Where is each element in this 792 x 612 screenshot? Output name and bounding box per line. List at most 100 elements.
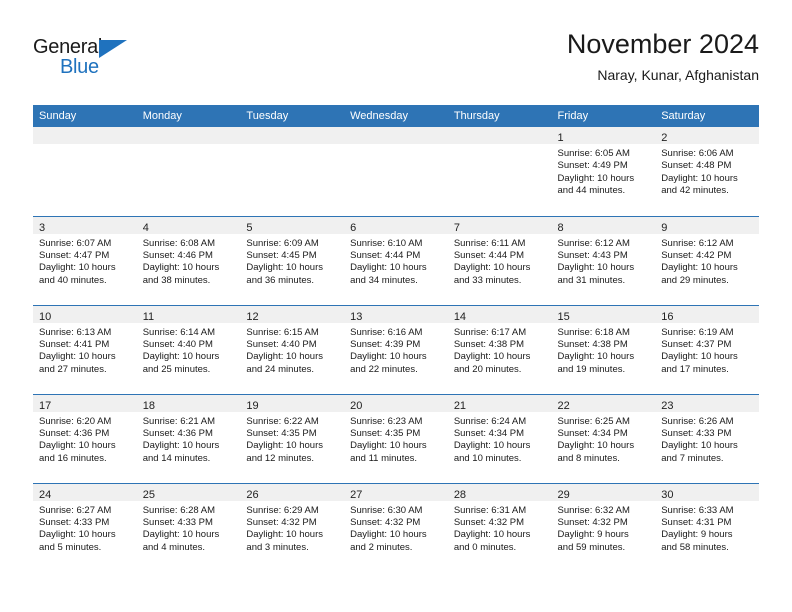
weekday-header-saturday: Saturday	[655, 105, 759, 127]
calendar-day-cell[interactable]: 11 Sunrise: 6:14 AM Sunset: 4:40 PM Dayligh…	[136, 304, 241, 394]
calendar-day-cell[interactable]: 9 Sunrise: 6:12 AM Sunset: 4:42 PM Daylight…	[655, 215, 759, 305]
day-number-strip: 20	[344, 394, 448, 412]
day-number-strip: 11	[136, 305, 241, 323]
day-number: 10	[39, 310, 52, 323]
sunrise-text: Sunrise: 6:24 AM	[453, 415, 527, 427]
sunset-text: Sunset: 4:35 PM	[350, 427, 421, 439]
sunset-text: Sunset: 4:32 PM	[350, 516, 421, 528]
day-number-strip	[136, 127, 241, 144]
calendar-day-cell[interactable]: 21 Sunrise: 6:24 AM Sunset: 4:34 PM Dayligh…	[447, 393, 552, 483]
sunset-text: Sunset: 4:32 PM	[453, 516, 525, 528]
day-detail-block: Sunrise: 6:28 AM Sunset: 4:33 PM Daylight:…	[137, 501, 241, 555]
sunset-text: Sunset: 4:44 PM	[453, 249, 525, 261]
sunrise-text: Sunrise: 6:20 AM	[39, 415, 112, 427]
day-number-strip: 10	[33, 305, 137, 323]
daylight-text-line2: and 27 minutes.	[39, 363, 107, 375]
daylight-text-line2: and 10 minutes.	[453, 452, 522, 464]
day-number-strip: 26	[240, 483, 345, 501]
daylight-text-line2: and 38 minutes.	[142, 274, 211, 286]
calendar-day-cell[interactable]: 27 Sunrise: 6:30 AM Sunset: 4:32 PM Dayligh…	[344, 482, 448, 572]
calendar-day-cell[interactable]: 6 Sunrise: 6:10 AM Sunset: 4:44 PM Daylight…	[344, 215, 448, 305]
calendar-day-cell[interactable]: 12 Sunrise: 6:15 AM Sunset: 4:40 PM Dayligh…	[240, 304, 345, 394]
sunset-text: Sunset: 4:49 PM	[557, 160, 628, 172]
calendar-day-cell[interactable]: 8 Sunrise: 6:12 AM Sunset: 4:43 PM Daylight…	[551, 215, 656, 305]
day-detail-block: Sunrise: 6:22 AM Sunset: 4:35 PM Daylight:…	[240, 412, 344, 466]
calendar-day-cell[interactable]: 16 Sunrise: 6:19 AM Sunset: 4:37 PM Dayligh…	[655, 304, 759, 394]
day-number: 15	[557, 310, 570, 323]
day-number-strip: 30	[655, 483, 759, 501]
calendar-day-cell[interactable]: 1 Sunrise: 6:05 AM Sunset: 4:49 PM Daylight…	[551, 127, 656, 216]
day-number-strip: 13	[344, 305, 448, 323]
daylight-text-line2: and 4 minutes.	[142, 541, 206, 553]
calendar-day-cell[interactable]: 30 Sunrise: 6:33 AM Sunset: 4:31 PM Dayligh…	[655, 482, 759, 572]
sunset-text: Sunset: 4:33 PM	[661, 427, 732, 439]
day-detail-block	[240, 144, 344, 148]
day-detail-block: Sunrise: 6:20 AM Sunset: 4:36 PM Daylight:…	[33, 412, 137, 466]
logo-text-blue: Blue	[60, 56, 99, 78]
sunrise-text: Sunrise: 6:32 AM	[557, 504, 630, 516]
daylight-text-line1: Daylight: 10 hours	[453, 529, 531, 541]
daylight-text-line2: and 22 minutes.	[350, 363, 418, 375]
sunset-text: Sunset: 4:40 PM	[142, 338, 213, 350]
calendar-day-cell[interactable]: 24 Sunrise: 6:27 AM Sunset: 4:33 PM Dayligh…	[33, 482, 137, 572]
day-number-strip: 5	[240, 216, 345, 234]
day-number: 19	[246, 399, 259, 412]
day-detail-block: Sunrise: 6:17 AM Sunset: 4:38 PM Daylight:…	[448, 323, 552, 377]
day-number-strip	[344, 127, 448, 144]
calendar-header-row: Sunday Monday Tuesday Wednesday Thursday Frid…	[33, 105, 759, 127]
calendar-day-cell[interactable]: 18 Sunrise: 6:21 AM Sunset: 4:36 PM Dayligh…	[136, 393, 241, 483]
sunset-text: Sunset: 4:34 PM	[453, 427, 525, 439]
calendar-day-cell[interactable]: 13 Sunrise: 6:16 AM Sunset: 4:39 PM Dayligh…	[344, 304, 448, 394]
daylight-text-line1: Daylight: 10 hours	[557, 351, 635, 363]
daylight-text-line1: Daylight: 10 hours	[350, 262, 427, 274]
day-number: 29	[557, 488, 570, 501]
day-number-strip: 24	[33, 483, 137, 501]
calendar-day-cell[interactable]: 14 Sunrise: 6:17 AM Sunset: 4:38 PM Dayligh…	[447, 304, 552, 394]
calendar-day-cell[interactable]: 23 Sunrise: 6:26 AM Sunset: 4:33 PM Dayligh…	[655, 393, 759, 483]
calendar-day-cell[interactable]: 28 Sunrise: 6:31 AM Sunset: 4:32 PM Dayligh…	[447, 482, 552, 572]
calendar-day-cell[interactable]: 25 Sunrise: 6:28 AM Sunset: 4:33 PM Dayligh…	[136, 482, 241, 572]
sunrise-text: Sunrise: 6:23 AM	[350, 415, 423, 427]
sunrise-text: Sunrise: 6:31 AM	[453, 504, 527, 516]
calendar-day-cell[interactable]: 15 Sunrise: 6:18 AM Sunset: 4:38 PM Dayligh…	[551, 304, 656, 394]
sunrise-text: Sunrise: 6:18 AM	[557, 326, 630, 338]
sunset-text: Sunset: 4:33 PM	[39, 516, 110, 528]
calendar-day-cell[interactable]: 10 Sunrise: 6:13 AM Sunset: 4:41 PM Dayligh…	[33, 304, 137, 394]
day-number-strip: 15	[551, 305, 656, 323]
day-number: 21	[453, 399, 467, 412]
weekday-header-sunday: Sunday	[33, 105, 137, 127]
sunrise-text: Sunrise: 6:25 AM	[557, 415, 630, 427]
calendar-day-cell[interactable]: 19 Sunrise: 6:22 AM Sunset: 4:35 PM Dayligh…	[240, 393, 345, 483]
daylight-text-line2: and 17 minutes.	[661, 363, 729, 375]
calendar-day-cell[interactable]: 7 Sunrise: 6:11 AM Sunset: 4:44 PM Daylight…	[447, 215, 552, 305]
day-number-strip: 18	[136, 394, 241, 412]
sunrise-text: Sunrise: 6:07 AM	[39, 237, 112, 249]
calendar-day-cell[interactable]: 17 Sunrise: 6:20 AM Sunset: 4:36 PM Dayligh…	[33, 393, 137, 483]
general-blue-logo: General Blue	[33, 36, 153, 84]
day-number: 11	[142, 310, 155, 323]
calendar-day-cell[interactable]: 5 Sunrise: 6:09 AM Sunset: 4:45 PM Daylight…	[240, 215, 345, 305]
sunrise-text: Sunrise: 6:09 AM	[246, 237, 319, 249]
daylight-text-line1: Daylight: 10 hours	[142, 262, 220, 274]
calendar-day-cell[interactable]: 4 Sunrise: 6:08 AM Sunset: 4:46 PM Daylight…	[136, 215, 241, 305]
calendar-day-cell[interactable]: 2 Sunrise: 6:06 AM Sunset: 4:48 PM Daylight…	[655, 127, 759, 216]
sunset-text: Sunset: 4:38 PM	[557, 338, 628, 350]
day-number-strip: 29	[551, 483, 656, 501]
daylight-text-line2: and 40 minutes.	[39, 274, 107, 286]
calendar-day-cell[interactable]: 20 Sunrise: 6:23 AM Sunset: 4:35 PM Dayligh…	[344, 393, 448, 483]
calendar-day-cell[interactable]: 26 Sunrise: 6:29 AM Sunset: 4:32 PM Dayligh…	[240, 482, 345, 572]
day-detail-block	[344, 144, 448, 148]
day-detail-block: Sunrise: 6:15 AM Sunset: 4:40 PM Daylight:…	[240, 323, 344, 377]
triangle-icon	[99, 40, 127, 58]
calendar-table: Sunday Monday Tuesday Wednesday Thursday Frid…	[33, 105, 759, 572]
daylight-text-line1: Daylight: 10 hours	[557, 262, 635, 274]
sunrise-text: Sunrise: 6:12 AM	[661, 237, 734, 249]
sunset-text: Sunset: 4:36 PM	[39, 427, 110, 439]
calendar-day-cell[interactable]: 22 Sunrise: 6:25 AM Sunset: 4:34 PM Dayligh…	[551, 393, 656, 483]
sunrise-text: Sunrise: 6:22 AM	[246, 415, 319, 427]
calendar-day-cell[interactable]: 3 Sunrise: 6:07 AM Sunset: 4:47 PM Daylight…	[33, 215, 137, 305]
calendar-day-cell[interactable]: 29 Sunrise: 6:32 AM Sunset: 4:32 PM Dayligh…	[551, 482, 656, 572]
sunset-text: Sunset: 4:31 PM	[661, 516, 732, 528]
daylight-text-line2: and 19 minutes.	[557, 363, 626, 375]
day-detail-block: Sunrise: 6:18 AM Sunset: 4:38 PM Daylight:…	[552, 323, 656, 377]
